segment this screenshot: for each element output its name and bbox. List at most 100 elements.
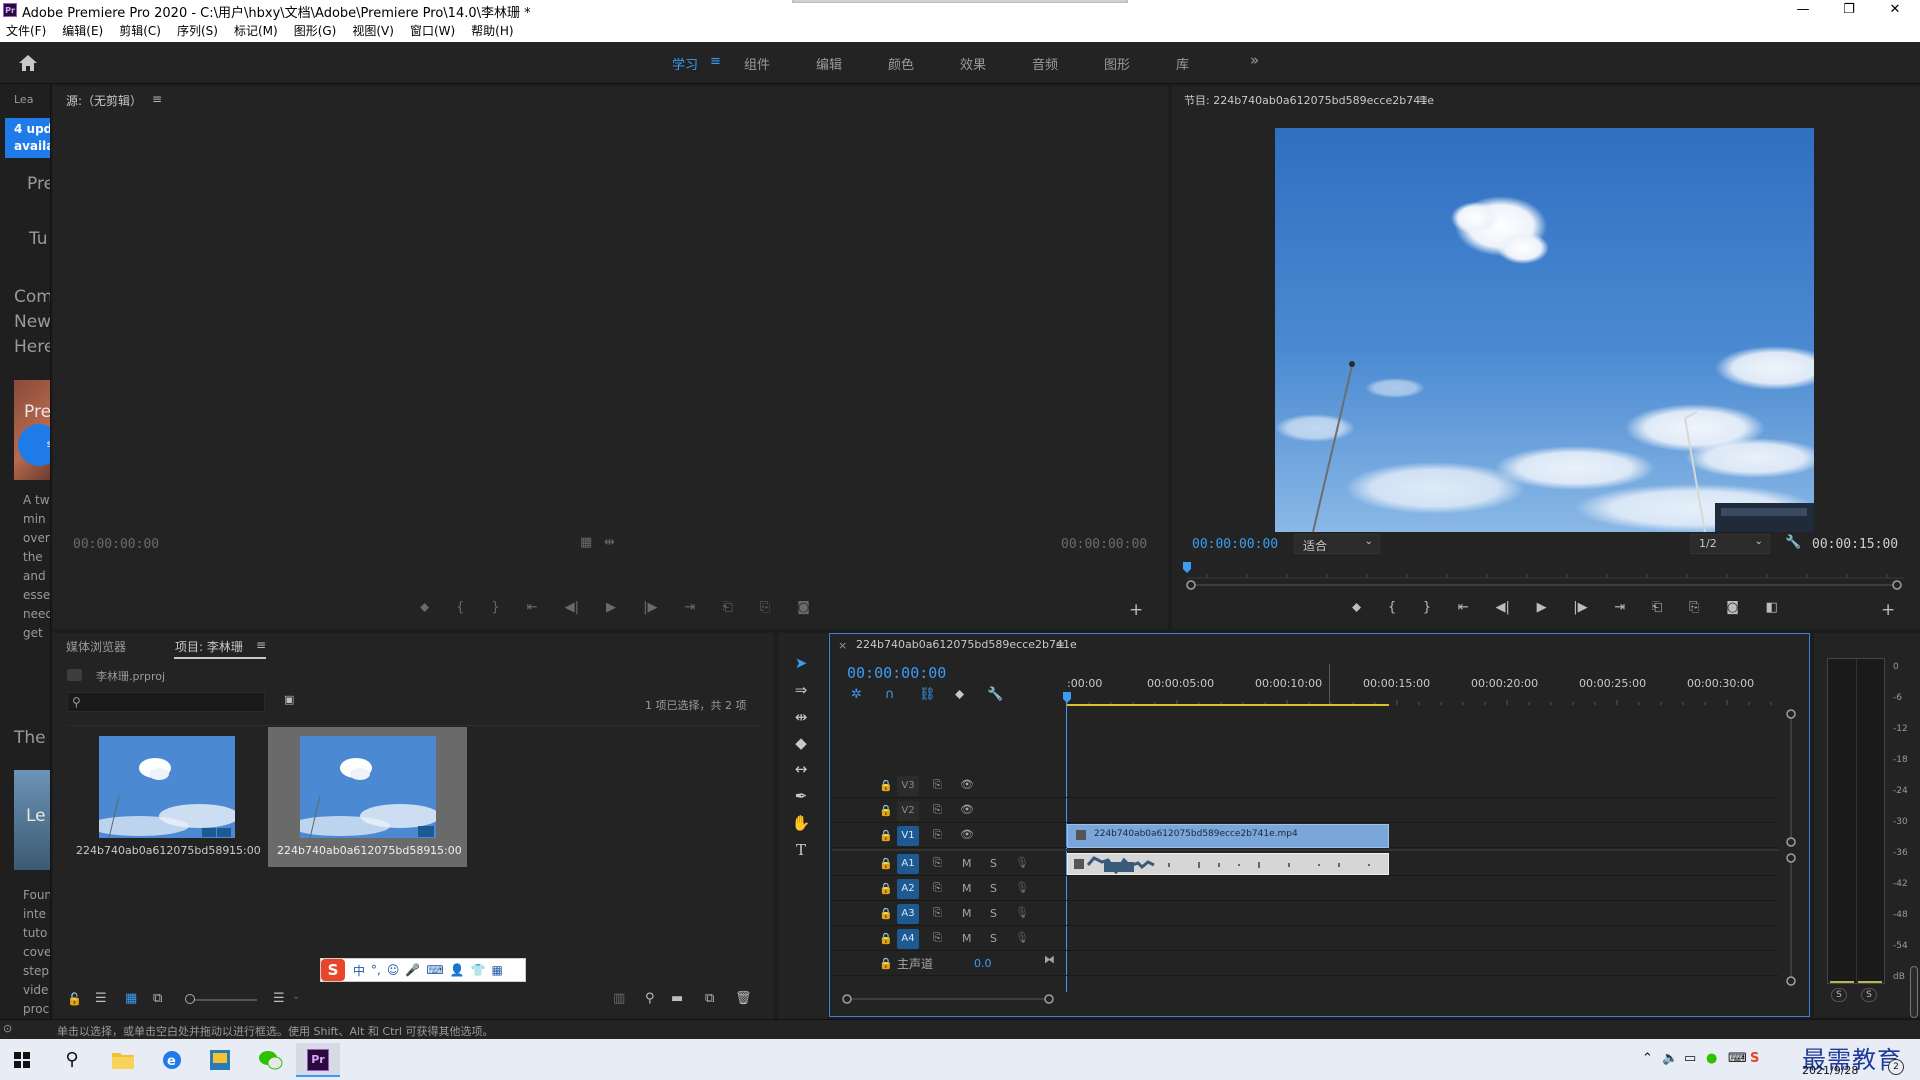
solo-button[interactable]: S <box>990 857 997 870</box>
lock-icon[interactable]: 🔒 <box>879 882 893 895</box>
menu-window[interactable]: 窗口(W) <box>402 20 463 42</box>
drag-audio-icon[interactable]: ⇹ <box>604 535 615 550</box>
user-icon[interactable]: 👤 <box>450 963 465 977</box>
overwrite-icon[interactable]: ⎘ <box>760 600 770 615</box>
add-marker-icon[interactable]: ⬥ <box>955 687 964 702</box>
program-panel-menu-icon[interactable]: ≡ <box>1418 92 1428 106</box>
ime-tray-icon[interactable]: ⌨ <box>1728 1051 1747 1066</box>
timeline-sequence-tab[interactable]: 224b740ab0a612075bd589ecce2b741e <box>856 638 1077 651</box>
track-a4[interactable] <box>832 927 1779 951</box>
go-to-out-icon[interactable]: ⇥ <box>1614 600 1625 615</box>
search-icon[interactable]: ⚲ <box>50 1043 94 1077</box>
ripple-edit-tool-icon[interactable]: ⇹ <box>789 705 813 729</box>
add-marker-icon[interactable]: ⬥ <box>420 600 429 615</box>
razor-tool-icon[interactable]: ◆ <box>789 731 813 755</box>
menu-clip[interactable]: 剪辑(C) <box>111 20 169 42</box>
tab-project[interactable]: 项目: 李林珊 <box>175 638 243 655</box>
tab-workspace-audio[interactable]: 音频 <box>1032 54 1058 73</box>
step-forward-icon[interactable]: |▶ <box>643 600 657 615</box>
skin-icon[interactable]: 👕 <box>471 963 486 977</box>
file-explorer-icon[interactable] <box>100 1043 144 1077</box>
project-panel-menu-icon[interactable]: ≡ <box>256 638 266 652</box>
eye-icon[interactable]: 👁 <box>960 778 974 791</box>
clock-date[interactable]: 2021/9/28 <box>1802 1064 1858 1077</box>
linked-selection-icon[interactable]: ⛓ <box>919 687 936 702</box>
selection-tool-icon[interactable]: ➤ <box>789 651 813 675</box>
track-a2[interactable] <box>832 877 1779 901</box>
drag-video-icon[interactable]: ▦ <box>580 535 592 550</box>
track-a3[interactable] <box>832 902 1779 926</box>
work-area-bar[interactable] <box>1067 704 1389 706</box>
windows-start-icon[interactable] <box>0 1043 44 1077</box>
track-target-a2[interactable]: A2 <box>897 879 919 899</box>
minimize-button[interactable]: — <box>1780 0 1826 20</box>
fit-zoom-select[interactable]: 适合 ⌄ <box>1294 534 1380 554</box>
master-volume-value[interactable]: 0.0 <box>974 957 992 970</box>
program-time-ruler[interactable] <box>1187 568 1905 580</box>
emoji-icon[interactable]: ☺ <box>387 963 400 977</box>
track-v3[interactable] <box>832 774 1779 798</box>
thumbnail-size-slider[interactable] <box>187 999 257 1001</box>
timeline-settings-wrench-icon[interactable]: 🔧 <box>987 687 1003 702</box>
project-search-input[interactable]: ⚲ <box>67 692 265 712</box>
mark-out-icon[interactable]: } <box>491 600 499 615</box>
program-playhead-icon[interactable] <box>1183 562 1191 574</box>
mark-in-icon[interactable]: { <box>456 600 464 615</box>
solo-button[interactable]: S <box>990 907 997 920</box>
slip-tool-icon[interactable]: ↔ <box>789 757 813 781</box>
lock-icon[interactable]: 🔒 <box>879 804 893 817</box>
timeline-horizontal-zoom-scrollbar[interactable] <box>842 994 1054 1004</box>
tutorial-card-thumbnail[interactable]: Pre s <box>14 380 50 480</box>
export-frame-icon[interactable]: ◙ <box>1726 600 1739 615</box>
program-current-timecode[interactable]: 00:00:00:00 <box>1192 537 1278 552</box>
sync-lock-icon[interactable]: ⎘ <box>933 828 942 842</box>
mark-out-icon[interactable]: } <box>1423 600 1431 615</box>
notification-center-icon[interactable]: 2 <box>1888 1059 1904 1075</box>
find-icon[interactable]: ⚲ <box>645 991 655 1006</box>
new-bin-icon[interactable]: ▬ <box>671 991 683 1006</box>
update-banner[interactable]: 4 upd availa <box>5 118 50 158</box>
sync-lock-icon[interactable]: ⎘ <box>933 881 942 895</box>
tab-workspace-learn[interactable]: 学习 <box>672 54 698 73</box>
eye-icon[interactable]: 👁 <box>960 828 974 841</box>
track-target-a3[interactable]: A3 <box>897 904 919 924</box>
eye-icon[interactable]: 👁 <box>960 803 974 816</box>
mark-in-icon[interactable]: { <box>1388 600 1396 615</box>
program-monitor-title[interactable]: 节目: 224b740ab0a612075bd589ecce2b741e <box>1184 92 1434 108</box>
go-to-in-icon[interactable]: ⇤ <box>527 600 538 615</box>
source-panel-menu-icon[interactable]: ≡ <box>152 92 162 106</box>
track-target-v3[interactable]: V3 <box>897 776 919 796</box>
sync-lock-icon[interactable]: ⎘ <box>933 906 942 920</box>
media-player-icon[interactable] <box>198 1043 242 1077</box>
solo-button[interactable]: S <box>990 932 997 945</box>
lock-icon[interactable]: 🔒 <box>879 932 893 945</box>
menu-help[interactable]: 帮助(H) <box>463 20 521 42</box>
trash-icon[interactable]: 🗑 <box>735 991 752 1006</box>
source-monitor-title[interactable]: 源:（无剪辑） <box>66 92 142 109</box>
track-target-v1[interactable]: V1 <box>897 826 919 846</box>
menu-graphics[interactable]: 图形(G) <box>286 20 345 42</box>
meter-scrollbar[interactable] <box>1910 966 1918 1018</box>
workspace-menu-icon[interactable]: ≡ <box>710 54 721 69</box>
sort-icon[interactable]: ☰ <box>273 991 285 1006</box>
solo-left-button[interactable]: S <box>1831 988 1847 1002</box>
extract-icon[interactable]: ⎘ <box>1689 600 1699 615</box>
wechat-icon[interactable] <box>248 1043 292 1077</box>
settings-wrench-icon[interactable]: 🔧 <box>1785 535 1801 550</box>
chevron-up-icon[interactable]: ⌃ <box>1642 1051 1653 1066</box>
sync-lock-icon[interactable]: ⎘ <box>933 778 942 792</box>
program-zoom-scrollbar[interactable] <box>1186 580 1902 590</box>
type-tool-icon[interactable]: T <box>789 838 813 862</box>
toolbox-icon[interactable]: ▦ <box>492 963 503 977</box>
track-select-tool-icon[interactable]: ⇒ <box>789 678 813 702</box>
chevron-down-icon[interactable]: ⌄ <box>292 991 300 1002</box>
clip-thumbnail[interactable] <box>99 736 235 838</box>
pen-tool-icon[interactable]: ✒ <box>789 784 813 808</box>
tab-workspace-assembly[interactable]: 组件 <box>744 54 770 73</box>
volume-icon[interactable]: 🔈 <box>1662 1051 1678 1066</box>
playback-resolution-select[interactable]: 1/2 ⌄ <box>1690 534 1770 554</box>
step-back-icon[interactable]: ◀| <box>1495 600 1509 615</box>
tab-workspace-graphics[interactable]: 图形 <box>1104 54 1130 73</box>
comparison-view-icon[interactable]: ◧ <box>1766 600 1778 615</box>
timeline-panel-menu-icon[interactable]: ≡ <box>1055 638 1065 652</box>
